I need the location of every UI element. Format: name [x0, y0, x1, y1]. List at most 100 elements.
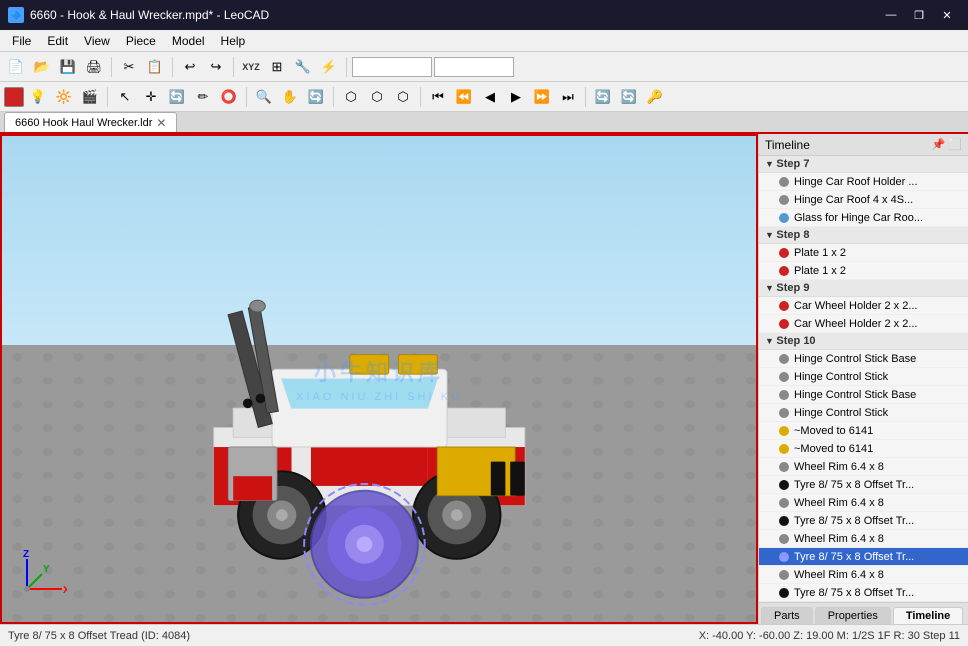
view-btn-3[interactable]: ⬡ [391, 85, 415, 109]
grid-button[interactable]: ⊞ [265, 55, 289, 79]
part-dot [779, 354, 789, 364]
key-btn[interactable]: 🔑 [643, 85, 667, 109]
select-button[interactable]: ↖ [113, 85, 137, 109]
item-label: ~Moved to 6141 [794, 443, 962, 455]
render-btn[interactable]: 🔄 [617, 85, 641, 109]
list-item[interactable]: Hinge Control Stick [759, 368, 968, 386]
item-label: Hinge Control Stick Base [794, 389, 962, 401]
copy-button[interactable]: 📋 [143, 55, 167, 79]
move-button[interactable]: ✛ [139, 85, 163, 109]
view-btn-2[interactable]: ⬡ [365, 85, 389, 109]
part-dot [779, 319, 789, 329]
menu-file[interactable]: File [4, 32, 39, 50]
list-item[interactable]: Hinge Car Roof Holder ... [759, 173, 968, 191]
part-dot [779, 213, 789, 223]
close-button[interactable]: ✕ [934, 5, 960, 25]
zoom-button[interactable]: 🔍 [252, 85, 276, 109]
timeline-expand-button[interactable]: ⬜ [948, 138, 962, 151]
part-dot [779, 498, 789, 508]
filter-input[interactable] [434, 57, 514, 77]
list-item[interactable]: ~Moved to 6141 [759, 440, 968, 458]
menu-edit[interactable]: Edit [39, 32, 76, 50]
step-next[interactable]: ▶ [504, 85, 528, 109]
step-8-header[interactable]: Step 8 [759, 227, 968, 244]
part-dot [779, 301, 789, 311]
open-button[interactable]: 📂 [30, 55, 54, 79]
magnet-button[interactable]: ⚡ [317, 55, 341, 79]
cut-button[interactable]: ✂ [117, 55, 141, 79]
menu-view[interactable]: View [76, 32, 118, 50]
list-item[interactable]: Wheel Rim 6.4 x 8 [759, 494, 968, 512]
menu-help[interactable]: Help [213, 32, 254, 50]
step-last[interactable]: ⏭ [556, 85, 580, 109]
redo-button[interactable]: ↪ [204, 55, 228, 79]
list-item[interactable]: Plate 1 x 2 [759, 262, 968, 280]
step-prev2[interactable]: ⏪ [452, 85, 476, 109]
item-label: Hinge Control Stick [794, 371, 962, 383]
minimize-button[interactable]: — [878, 5, 904, 25]
list-item[interactable]: Hinge Car Roof 4 x 4S... [759, 191, 968, 209]
list-item[interactable]: Wheel Rim 6.4 x 8 [759, 566, 968, 584]
pan-button[interactable]: ✋ [278, 85, 302, 109]
menu-model[interactable]: Model [164, 32, 213, 50]
item-label: Car Wheel Holder 2 x 2... [794, 318, 962, 330]
separator [346, 57, 347, 77]
separator [246, 87, 247, 107]
item-label: Wheel Rim 6.4 x 8 [794, 569, 962, 581]
list-item[interactable]: ~Moved to 6141 [759, 422, 968, 440]
window-title: 6660 - Hook & Haul Wrecker.mpd* - LeoCAD [30, 8, 269, 22]
list-item[interactable]: Hinge Control Stick Base [759, 350, 968, 368]
list-item[interactable]: Wheel Rim 6.4 x 8 [759, 458, 968, 476]
step-9-header[interactable]: Step 9 [759, 280, 968, 297]
erase-button[interactable]: ⭕ [217, 85, 241, 109]
list-item[interactable]: Car Wheel Holder 2 x 2... [759, 315, 968, 333]
undo-button[interactable]: ↩ [178, 55, 202, 79]
tab-timeline[interactable]: Timeline [893, 607, 963, 624]
view-btn-1[interactable]: ⬡ [339, 85, 363, 109]
transform-button[interactable]: XYZ [239, 55, 263, 79]
new-button[interactable]: 📄 [4, 55, 28, 79]
print-button[interactable]: 🖨 [82, 55, 106, 79]
svg-text:Y: Y [43, 564, 50, 575]
tab-properties[interactable]: Properties [815, 607, 891, 624]
step-first[interactable]: ⏮ [426, 85, 450, 109]
step-prev[interactable]: ◀ [478, 85, 502, 109]
timeline-list: Step 7 Hinge Car Roof Holder ... Hinge C… [759, 156, 968, 602]
color-red-button[interactable] [4, 87, 24, 107]
list-item[interactable]: Car Wheel Holder 2 x 2... [759, 297, 968, 315]
step-7-header[interactable]: Step 7 [759, 156, 968, 173]
list-item[interactable]: Tyre 8/ 75 x 8 Offset Tr... [759, 476, 968, 494]
svg-text:Z: Z [23, 549, 29, 560]
light-button[interactable]: 💡 [26, 85, 50, 109]
menu-piece[interactable]: Piece [118, 32, 164, 50]
list-item[interactable]: Hinge Control Stick [759, 404, 968, 422]
list-item[interactable]: Wheel Rim 6.4 x 8 [759, 530, 968, 548]
3d-viewport[interactable]: 小牛知识库 XIAO NIU ZHI SHI KU Z X Y [0, 134, 758, 624]
orbit-button[interactable]: 🔄 [304, 85, 328, 109]
part-dot [779, 372, 789, 382]
refresh-btn[interactable]: 🔄 [591, 85, 615, 109]
model-tab[interactable]: 6660 Hook Haul Wrecker.ldr ✕ [4, 112, 177, 132]
maximize-button[interactable]: ❐ [906, 5, 932, 25]
list-item[interactable]: Tyre 8/ 75 x 8 Offset Tr... [759, 512, 968, 530]
part-dot [779, 462, 789, 472]
list-item-selected[interactable]: Tyre 8/ 75 x 8 Offset Tr... [759, 548, 968, 566]
search-input[interactable] [352, 57, 432, 77]
tab-close-button[interactable]: ✕ [156, 116, 166, 130]
list-item[interactable]: Hinge Control Stick Base [759, 386, 968, 404]
brightness-button[interactable]: 🔆 [52, 85, 76, 109]
separator [333, 87, 334, 107]
item-label: Wheel Rim 6.4 x 8 [794, 497, 962, 509]
camera-button[interactable]: 🎬 [78, 85, 102, 109]
snap-button[interactable]: 🔧 [291, 55, 315, 79]
step-next2[interactable]: ⏩ [530, 85, 554, 109]
list-item[interactable]: Glass for Hinge Car Roo... [759, 209, 968, 227]
paint-button[interactable]: ✏ [191, 85, 215, 109]
list-item[interactable]: Plate 1 x 2 [759, 244, 968, 262]
step-10-header[interactable]: Step 10 [759, 333, 968, 350]
rotate-button[interactable]: 🔄 [165, 85, 189, 109]
list-item[interactable]: Tyre 8/ 75 x 8 Offset Tr... [759, 584, 968, 602]
timeline-pin-button[interactable]: 📌 [932, 138, 946, 151]
tab-parts[interactable]: Parts [761, 607, 813, 624]
save-button[interactable]: 💾 [56, 55, 80, 79]
